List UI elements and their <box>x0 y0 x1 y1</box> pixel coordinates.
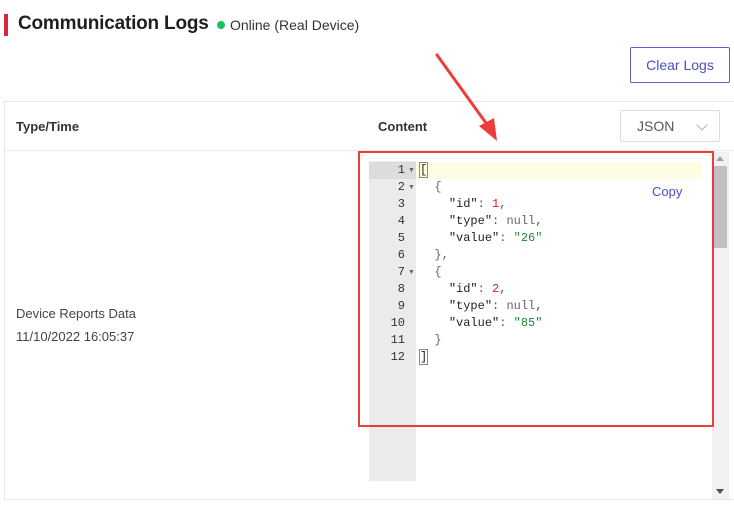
column-header-type-time: Type/Time <box>16 119 80 134</box>
page-title: Communication Logs <box>18 13 209 34</box>
log-timestamp: 11/10/2022 16:05:37 <box>16 329 135 344</box>
format-select-value: JSON <box>637 118 675 134</box>
table-row-type-cell: Device Reports Data 11/10/2022 16:05:37 <box>16 302 136 348</box>
format-select[interactable]: JSON <box>620 110 720 142</box>
connection-status: Online (Real Device) <box>217 17 359 33</box>
scrollbar-thumb[interactable] <box>714 166 727 248</box>
chevron-down-icon <box>696 119 708 131</box>
scroll-up-arrow-icon[interactable] <box>716 156 724 161</box>
status-text: Online (Real Device) <box>230 17 360 33</box>
status-dot-icon <box>217 21 225 29</box>
clear-logs-button[interactable]: Clear Logs <box>630 47 730 83</box>
annotation-highlight-box <box>358 151 714 427</box>
scroll-down-arrow-icon[interactable] <box>716 489 724 494</box>
header-accent-bar <box>4 14 8 36</box>
log-type: Device Reports Data <box>16 306 136 321</box>
column-header-content: Content <box>378 119 428 134</box>
table-header: Type/Time Content JSON <box>5 102 734 151</box>
